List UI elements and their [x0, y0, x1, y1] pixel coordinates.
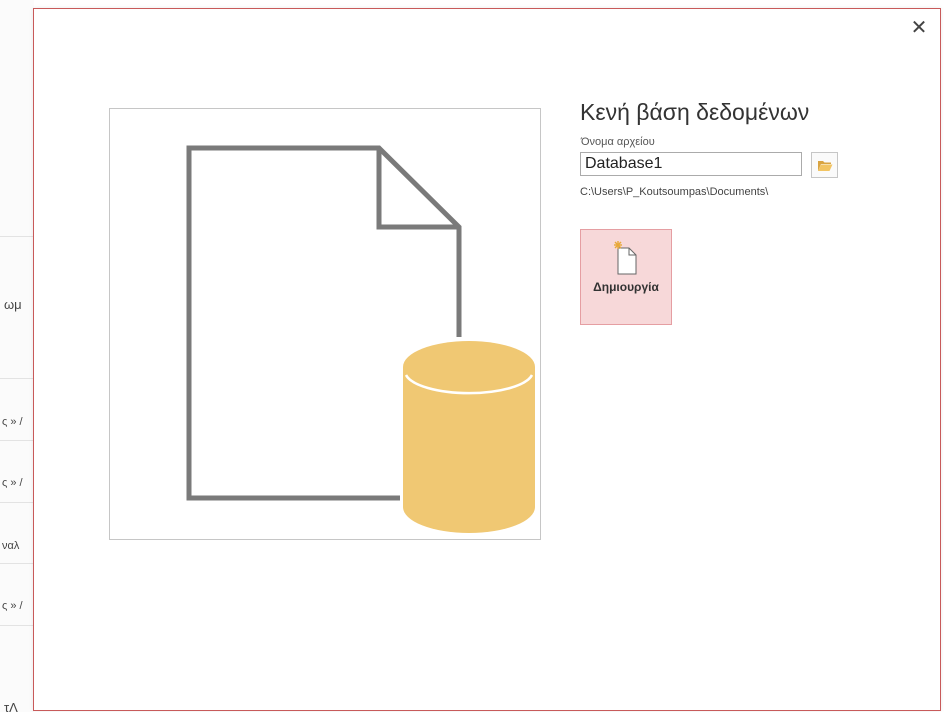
browse-folder-button[interactable] — [811, 152, 838, 178]
divider — [0, 502, 34, 503]
new-file-sparkle-icon — [612, 240, 642, 276]
folder-open-icon — [817, 160, 832, 171]
background-text: τΛ — [4, 700, 18, 712]
divider — [0, 378, 34, 379]
divider — [0, 440, 34, 441]
dialog-title: Κενή βάση δεδομένων — [580, 99, 810, 125]
background-text: ς » / — [2, 416, 23, 428]
background-window-strip: ωμ ς » / ς » / ναλ ς » / τΛ — [0, 0, 34, 712]
create-button-label: Δημιουργία — [593, 280, 659, 294]
close-icon[interactable]: ✕ — [908, 17, 930, 39]
background-text: ωμ — [4, 297, 22, 312]
blank-database-preview — [109, 108, 541, 540]
background-text: ς » / — [2, 477, 23, 489]
create-button[interactable]: Δημιουργία — [580, 229, 672, 325]
blank-database-dialog: ✕ Κενή βάση δεδομένων Όνομα αρχείου C:\U… — [33, 8, 941, 711]
file-name-field[interactable] — [580, 152, 802, 176]
divider — [0, 563, 34, 564]
divider — [0, 236, 34, 237]
background-text: ναλ — [2, 540, 20, 552]
background-text: ς » / — [2, 600, 23, 612]
blank-database-icon — [186, 145, 535, 533]
file-path-text: C:\Users\P_Koutsoumpas\Documents\ — [580, 186, 769, 198]
divider — [0, 625, 34, 626]
file-name-label: Όνομα αρχείου — [581, 136, 655, 148]
